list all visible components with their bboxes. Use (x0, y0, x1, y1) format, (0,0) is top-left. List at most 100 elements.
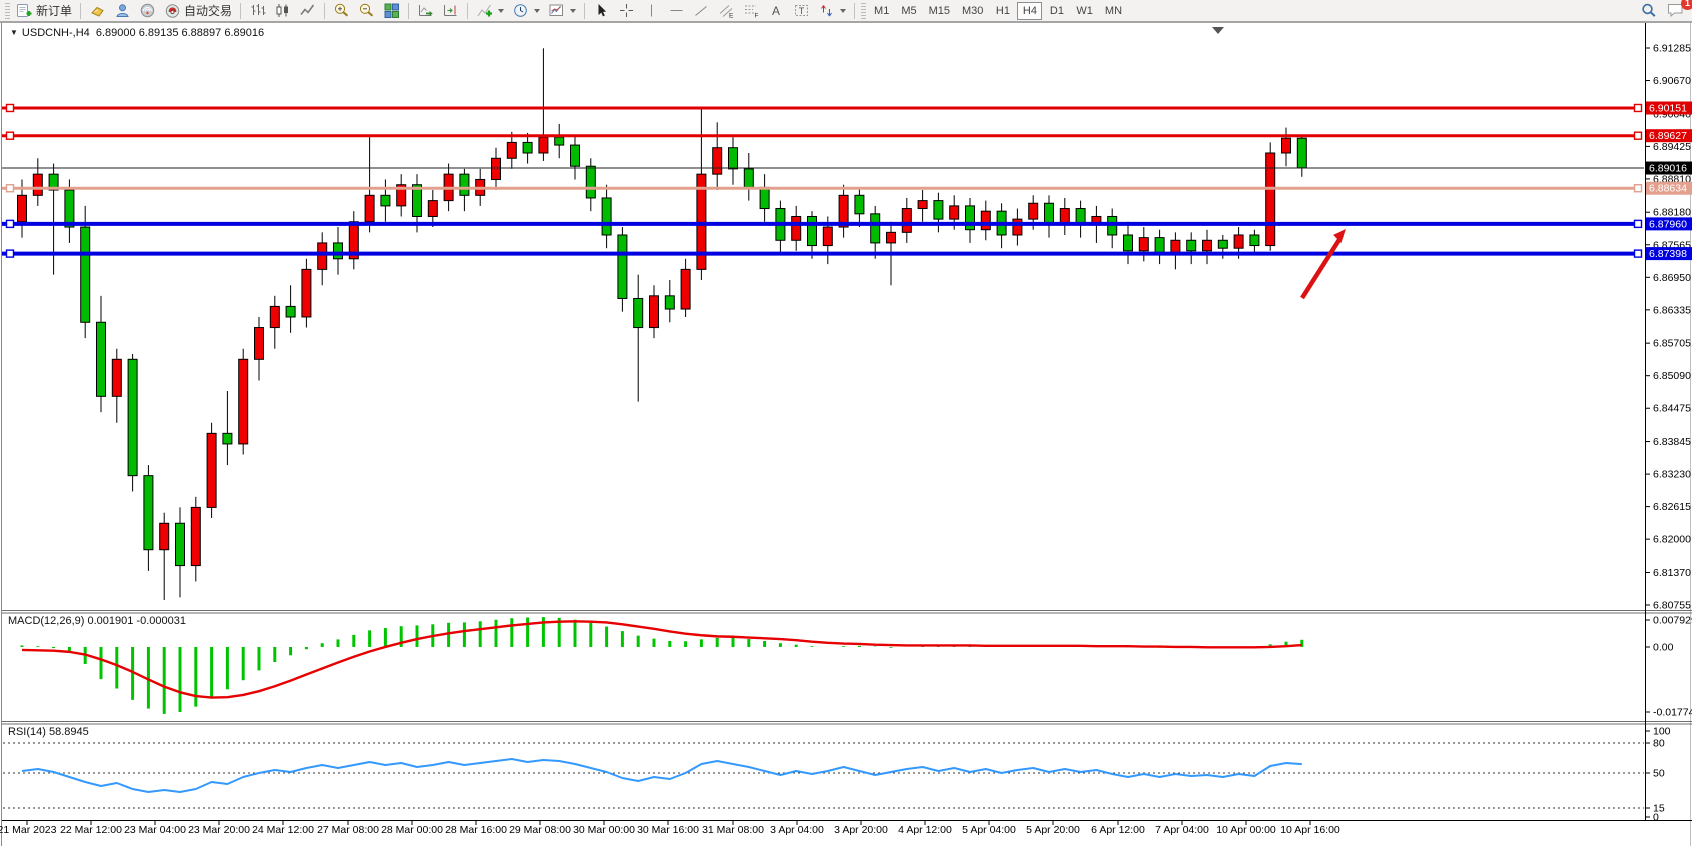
trendline-tool-button[interactable] (689, 1, 714, 21)
timeframe-group: M1M5M15M30H1H4D1W1MN (868, 2, 1128, 20)
price-tick-label: 6.82615 (1653, 501, 1691, 513)
tab-timeframe-m15[interactable]: M15 (924, 2, 955, 20)
time-tick-label: 21 Mar 2023 (0, 824, 57, 836)
fibonacci-tool-button[interactable]: F (739, 1, 764, 21)
line-handle[interactable] (7, 250, 14, 257)
vertical-line-tool-button[interactable] (639, 1, 664, 21)
tab-timeframe-w1[interactable]: W1 (1071, 2, 1098, 20)
tile-windows-button[interactable] (379, 1, 404, 21)
tile-windows-icon (383, 2, 400, 19)
bar-chart-icon (249, 2, 266, 19)
line-handle[interactable] (7, 132, 14, 139)
periods-button[interactable] (508, 1, 544, 21)
deposit-button[interactable] (85, 1, 110, 21)
chart-canvas[interactable]: 6.912856.906706.900406.894256.888106.881… (0, 0, 1692, 846)
horizontal-line-tool-button[interactable] (664, 1, 689, 21)
chart-title: ▼USDCNH-,H4 6.89000 6.89135 6.88897 6.89… (10, 27, 264, 39)
templates-button[interactable] (544, 1, 580, 21)
toolbar-grip[interactable] (861, 3, 866, 19)
tab-timeframe-m30[interactable]: M30 (957, 2, 988, 20)
trendline-icon (693, 2, 710, 19)
notification-badge[interactable]: 1 (1681, 0, 1692, 10)
time-tick-label: 28 Mar 16:00 (445, 824, 507, 836)
time-tick-label: 3 Apr 04:00 (770, 824, 824, 836)
text-a-icon: A (768, 2, 785, 19)
symbol-dropdown-triangle[interactable]: ▼ (10, 28, 18, 37)
text-tool-button[interactable]: A (764, 1, 789, 21)
toolbar-grip[interactable] (5, 3, 10, 19)
search-button[interactable] (1636, 1, 1662, 21)
time-tick-label: 6 Apr 12:00 (1091, 824, 1145, 836)
channel-tool-button[interactable]: E (714, 1, 739, 21)
new-order-icon (16, 2, 33, 19)
tab-timeframe-d1[interactable]: D1 (1044, 2, 1069, 20)
auto-scroll-icon (417, 2, 434, 19)
auto-trading-label: 自动交易 (184, 2, 232, 19)
cursor-tool-button[interactable] (589, 1, 614, 21)
time-tick-label: 5 Apr 04:00 (962, 824, 1016, 836)
template-icon (548, 2, 565, 19)
tab-timeframe-h4[interactable]: H4 (1017, 2, 1042, 20)
zoom-out-button[interactable] (354, 1, 379, 21)
community-button[interactable] (110, 1, 135, 21)
chart-shift-button[interactable] (438, 1, 463, 21)
line-chart-icon (299, 2, 316, 19)
line-handle[interactable] (7, 220, 14, 227)
time-tick-label: 3 Apr 20:00 (834, 824, 888, 836)
line-handle[interactable] (7, 185, 14, 192)
arrows-icon (818, 2, 835, 19)
signals-button[interactable] (135, 1, 160, 21)
new-order-button[interactable]: 新订单 (12, 1, 76, 21)
auto-scroll-button[interactable] (413, 1, 438, 21)
toolbar-separator (408, 3, 409, 19)
tab-timeframe-h1[interactable]: H1 (990, 2, 1015, 20)
time-tick-label: 24 Mar 12:00 (252, 824, 314, 836)
svg-text:6.90151: 6.90151 (1649, 102, 1687, 114)
price-badge: 6.87960 (1646, 217, 1692, 230)
chevron-down-icon (570, 9, 576, 13)
price-tick-label: 6.82000 (1653, 534, 1691, 546)
tab-timeframe-m1[interactable]: M1 (869, 2, 894, 20)
candle (302, 259, 311, 328)
rsi-indicator-label: RSI(14) 58.8945 (8, 726, 89, 738)
toolbar-separator (324, 3, 325, 19)
zoom-in-button[interactable] (329, 1, 354, 21)
rsi-axis-label: 50 (1653, 768, 1665, 780)
tab-timeframe-mn[interactable]: MN (1100, 2, 1127, 20)
time-tick-label: 5 Apr 20:00 (1026, 824, 1080, 836)
candle (1266, 142, 1275, 250)
crosshair-tool-button[interactable] (614, 1, 639, 21)
text-label-icon: T (793, 2, 810, 19)
line-handle[interactable] (1635, 185, 1642, 192)
time-tick-label: 10 Apr 00:00 (1216, 824, 1276, 836)
svg-text:6.89016: 6.89016 (1649, 163, 1687, 175)
line-handle[interactable] (1635, 104, 1642, 111)
line-handle[interactable] (1635, 250, 1642, 257)
price-tick-label: 6.84475 (1653, 403, 1691, 415)
time-tick-label: 23 Mar 20:00 (188, 824, 250, 836)
time-tick-label: 22 Mar 12:00 (60, 824, 122, 836)
tab-timeframe-m5[interactable]: M5 (896, 2, 921, 20)
chevron-down-icon (840, 9, 846, 13)
candlestick-icon (274, 2, 291, 19)
time-tick-label: 29 Mar 08:00 (509, 824, 571, 836)
toolbar: 新订单 自动交易 (0, 0, 1692, 22)
bar-chart-type-button[interactable] (245, 1, 270, 21)
macd-axis-label: 0.00 (1653, 642, 1674, 654)
line-chart-type-button[interactable] (295, 1, 320, 21)
line-handle[interactable] (7, 104, 14, 111)
price-tick-label: 6.85090 (1653, 370, 1691, 382)
rsi-axis-label: 0 (1653, 812, 1659, 824)
arrows-tool-button[interactable] (814, 1, 850, 21)
line-handle[interactable] (1635, 220, 1642, 227)
chart-shift-icon (442, 2, 459, 19)
text-label-tool-button[interactable]: T (789, 1, 814, 21)
auto-trading-button[interactable]: 自动交易 (160, 1, 236, 21)
price-tick-label: 6.80755 (1653, 600, 1691, 612)
time-tick-label: 23 Mar 04:00 (124, 824, 186, 836)
candlestick-type-button[interactable] (270, 1, 295, 21)
price-tick-label: 6.89425 (1653, 141, 1691, 153)
price-tick-label: 6.85705 (1653, 338, 1691, 350)
line-handle[interactable] (1635, 132, 1642, 139)
indicators-button[interactable] (472, 1, 508, 21)
